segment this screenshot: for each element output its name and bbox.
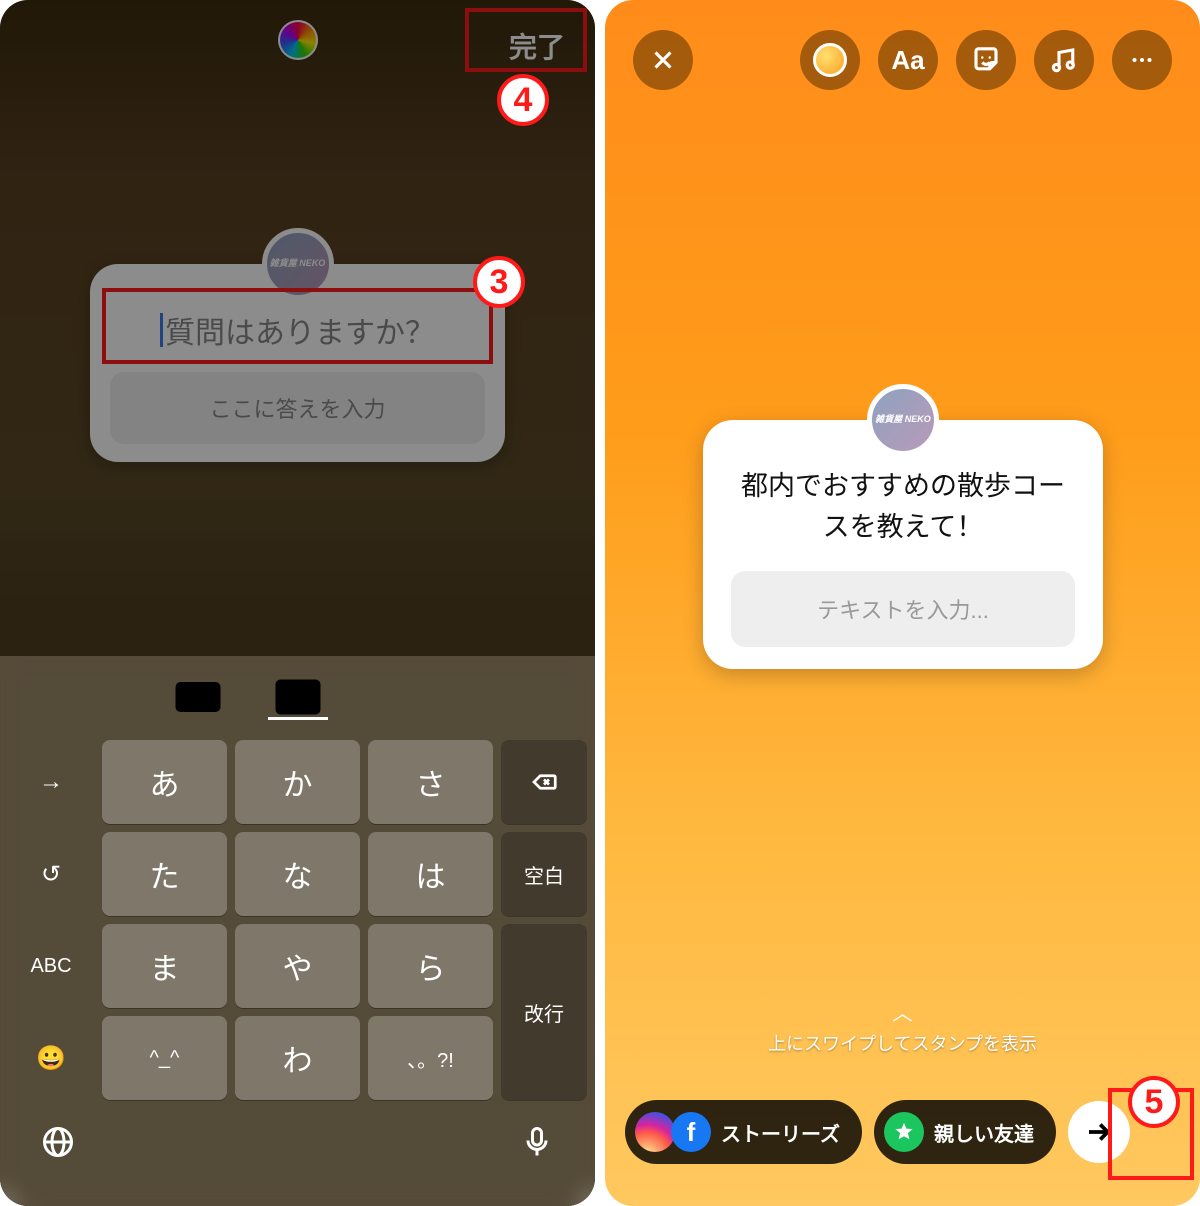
annotation-marker-3: 3 [473, 256, 525, 308]
keyboard-tab-item[interactable] [168, 676, 228, 720]
answer-placeholder-box: ここに答えを入力 [110, 372, 485, 444]
kana-key[interactable]: か [235, 740, 360, 824]
kana-key[interactable]: ら [368, 924, 493, 1008]
answer-placeholder-box: テキストを入力... [731, 571, 1075, 647]
kana-key[interactable]: な [235, 832, 360, 916]
question-sticker-card[interactable]: 雑貨屋 NEKO 質問はありますか？ ここに答えを入力 [90, 264, 505, 462]
kana-key[interactable]: わ [235, 1016, 360, 1100]
sticker-tool-button[interactable] [956, 30, 1016, 90]
key-undo[interactable]: ↺ [8, 832, 94, 916]
key-backspace[interactable] [501, 740, 587, 824]
kana-key[interactable]: さ [368, 740, 493, 824]
color-wheel-icon[interactable] [278, 20, 318, 60]
kana-key[interactable]: ま [102, 924, 227, 1008]
kana-key[interactable]: は [368, 832, 493, 916]
kana-key[interactable]: 、。?! [368, 1016, 493, 1100]
kana-key[interactable]: や [235, 924, 360, 1008]
swipe-up-hint[interactable]: ︿ 上にスワイプしてスタンプを表示 [605, 997, 1200, 1056]
question-text: 都内でおすすめの散歩コースを教えて！ [731, 466, 1075, 571]
color-tool-button[interactable] [800, 30, 860, 90]
key-arrow-right[interactable]: → [8, 740, 94, 824]
avatar-icon: 雑貨屋 NEKO [867, 384, 939, 456]
text-tool-button[interactable]: Aa [878, 30, 938, 90]
chevron-up-icon: ︿ [605, 997, 1200, 1026]
globe-icon[interactable] [40, 1124, 76, 1165]
editor-toolbar: Aa [605, 30, 1200, 90]
star-icon [884, 1112, 924, 1152]
key-emoji[interactable]: 😀 [8, 1016, 94, 1100]
kana-key[interactable]: あ [102, 740, 227, 824]
kana-key[interactable]: ^_^ [102, 1016, 227, 1100]
story-editor-question-input: 完了 4 雑貨屋 NEKO 質問はありますか？ ここに答えを入力 3 → あ [0, 0, 595, 1206]
facebook-icon: f [671, 1112, 711, 1152]
share-stories-label: ストーリーズ [721, 1118, 840, 1147]
share-close-friends-label: 親しい友達 [934, 1118, 1034, 1147]
instagram-icon [635, 1112, 675, 1152]
question-sticker-card[interactable]: 雑貨屋 NEKO 都内でおすすめの散歩コースを教えて！ テキストを入力... [703, 420, 1103, 669]
key-return[interactable]: 改行 [501, 924, 587, 1100]
music-tool-button[interactable] [1034, 30, 1094, 90]
key-abc[interactable]: ABC [8, 924, 94, 1008]
annotation-highlight-prompt [102, 288, 493, 364]
share-bar: f ストーリーズ 親しい友達 [625, 1100, 1180, 1164]
annotation-highlight-done [465, 8, 587, 72]
gradient-circle-icon [813, 43, 847, 77]
mic-icon[interactable] [519, 1124, 555, 1165]
close-button[interactable] [633, 30, 693, 90]
share-close-friends-button[interactable]: 親しい友達 [874, 1100, 1056, 1164]
annotation-marker-4: 4 [497, 74, 549, 126]
kana-key[interactable]: た [102, 832, 227, 916]
story-editor-preview: Aa 雑貨屋 NEKO 都内でおすすめの散歩コースを教えて！ テキストを入力..… [605, 0, 1200, 1206]
annotation-marker-5: 5 [1128, 1076, 1180, 1128]
japanese-kana-keyboard: → あ か さ ↺ た な は 空白 ABC ま や ら 改行 😀 ^_^ わ … [0, 656, 595, 1206]
keyboard-tab-item[interactable] [268, 676, 328, 720]
share-stories-button[interactable]: f ストーリーズ [625, 1100, 862, 1164]
more-button[interactable] [1112, 30, 1172, 90]
keyboard-tab-item[interactable] [368, 676, 428, 720]
swipe-hint-label: 上にスワイプしてスタンプを表示 [605, 1030, 1200, 1056]
key-space[interactable]: 空白 [501, 832, 587, 916]
